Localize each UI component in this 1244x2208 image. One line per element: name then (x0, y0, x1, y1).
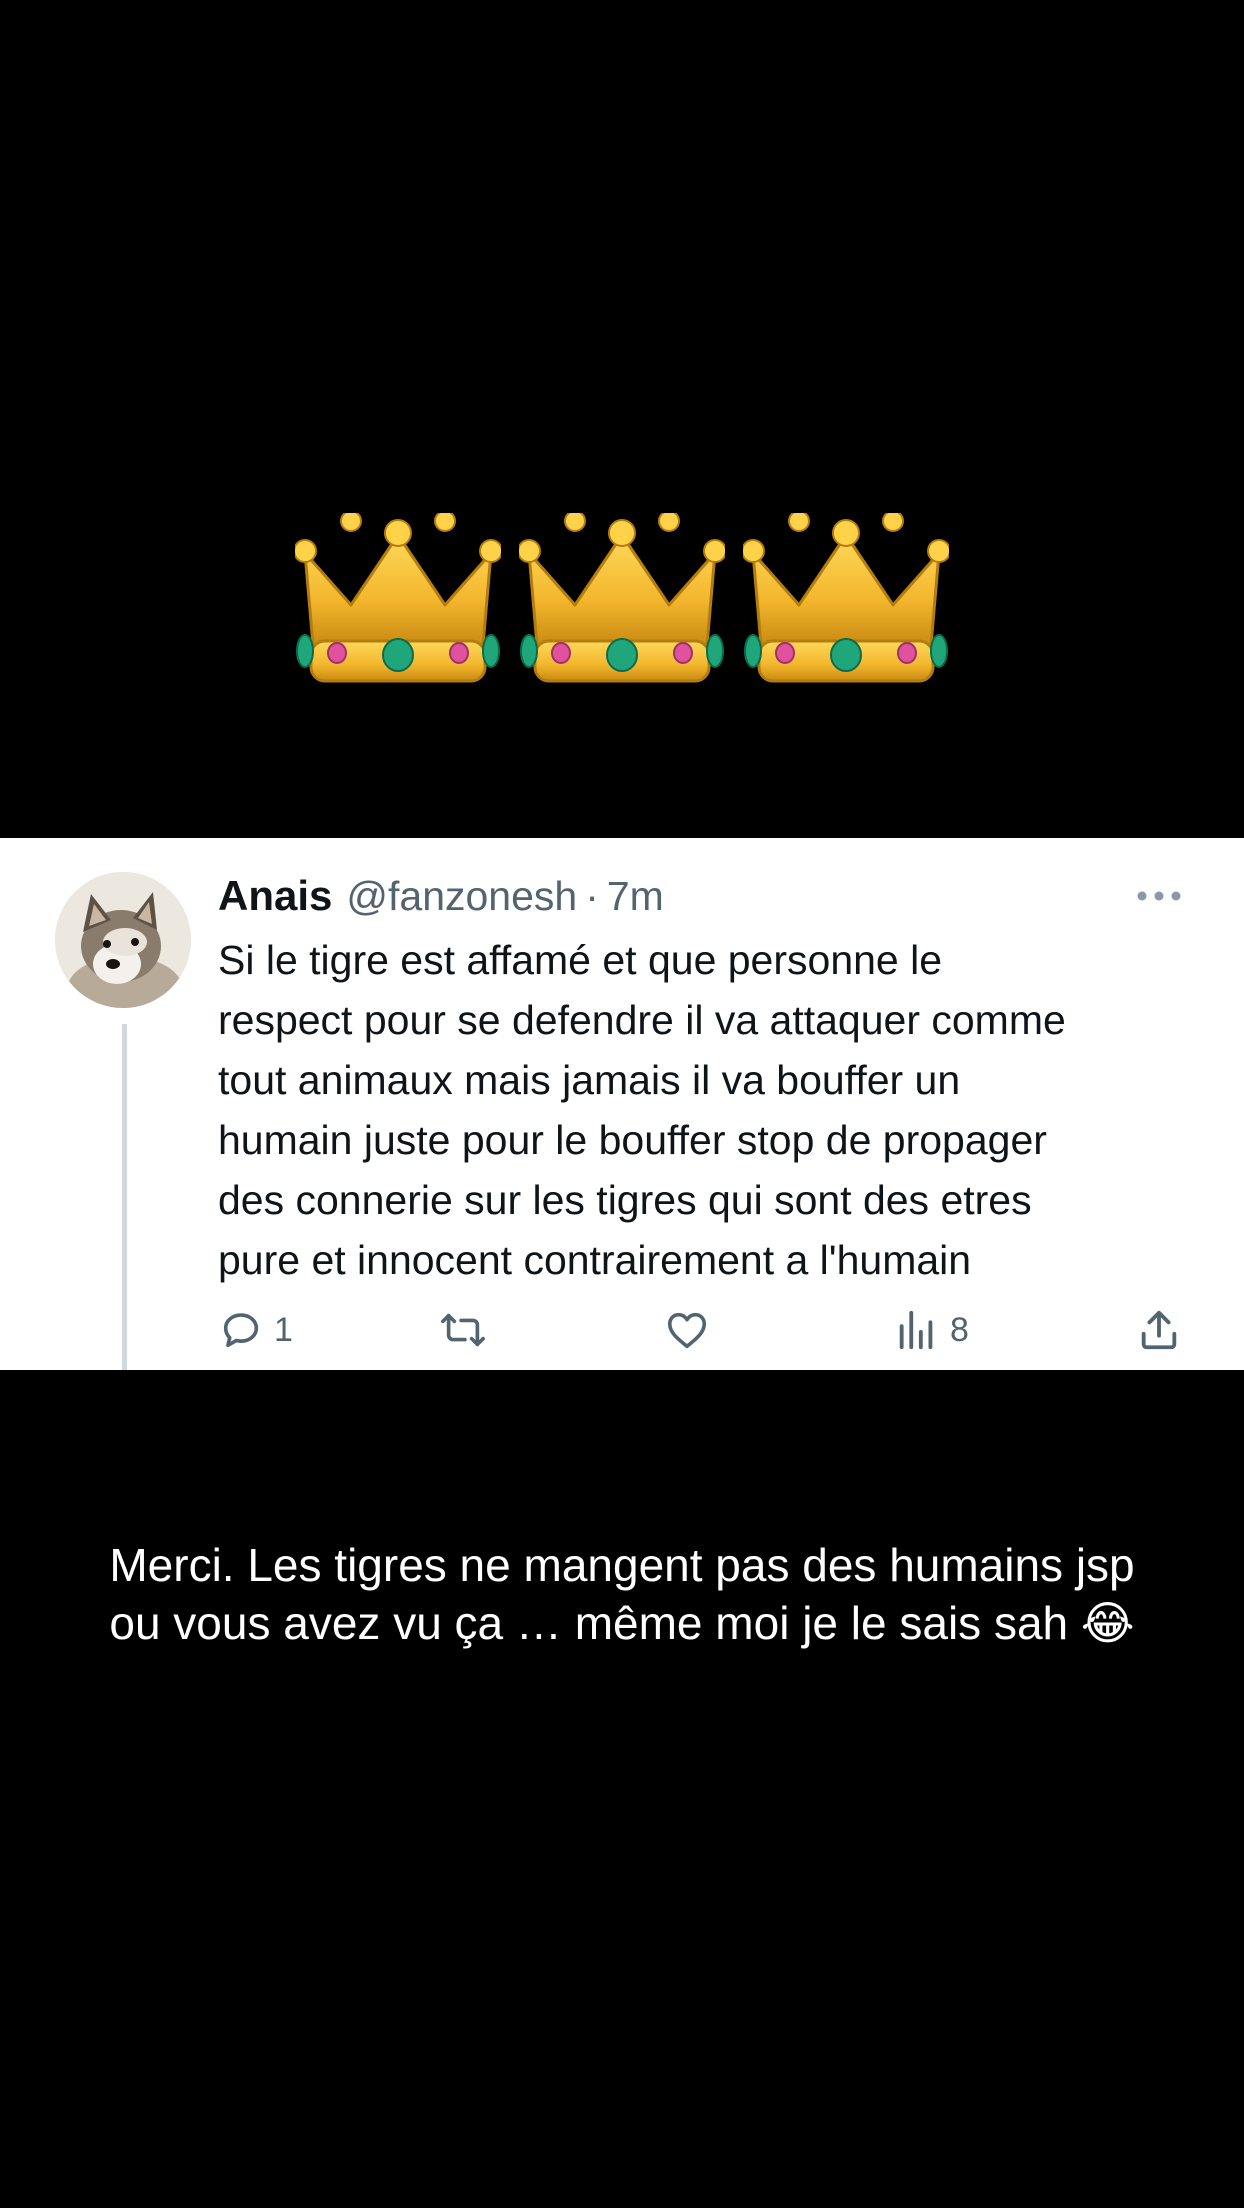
timestamp[interactable]: 7m (607, 873, 664, 920)
separator-dot: · (585, 872, 599, 919)
crown-icon (743, 513, 949, 707)
tweet-text: Si le tigre est affamé et que personne l… (218, 937, 1066, 1283)
crown-icon (295, 513, 501, 707)
author-handle[interactable]: @fanzonesh (346, 873, 577, 920)
reply-icon (223, 1313, 259, 1348)
dog-avatar-image (55, 872, 191, 1008)
retweet-button[interactable] (440, 1302, 496, 1358)
thread-line (122, 1024, 127, 1370)
retweet-icon (441, 1313, 485, 1347)
like-button[interactable] (664, 1302, 720, 1358)
more-icon (1137, 891, 1181, 901)
heart-icon (667, 1312, 707, 1349)
share-button[interactable] (1136, 1302, 1182, 1358)
crown-emoji-row (0, 510, 1244, 710)
caption-text: Merci. Les tigres ne mangent pas des hum… (109, 1539, 1135, 1649)
avatar[interactable] (55, 872, 191, 1008)
tweet-header: Anais @fanzonesh · 7m (218, 868, 664, 924)
tweet-card[interactable]: Anais @fanzonesh · 7m Si le tigre est af… (0, 838, 1244, 1370)
views-count: 8 (950, 1310, 969, 1349)
crown-icon (519, 513, 725, 707)
reply-button[interactable]: 1 (218, 1302, 293, 1358)
reply-count: 1 (274, 1310, 293, 1349)
views-button[interactable]: 8 (894, 1302, 969, 1358)
tweet-actions: 1 8 (218, 1302, 1190, 1358)
share-icon (1141, 1310, 1177, 1350)
views-icon (899, 1310, 933, 1350)
more-options-button[interactable] (1136, 878, 1182, 914)
author-name[interactable]: Anais (218, 872, 332, 920)
